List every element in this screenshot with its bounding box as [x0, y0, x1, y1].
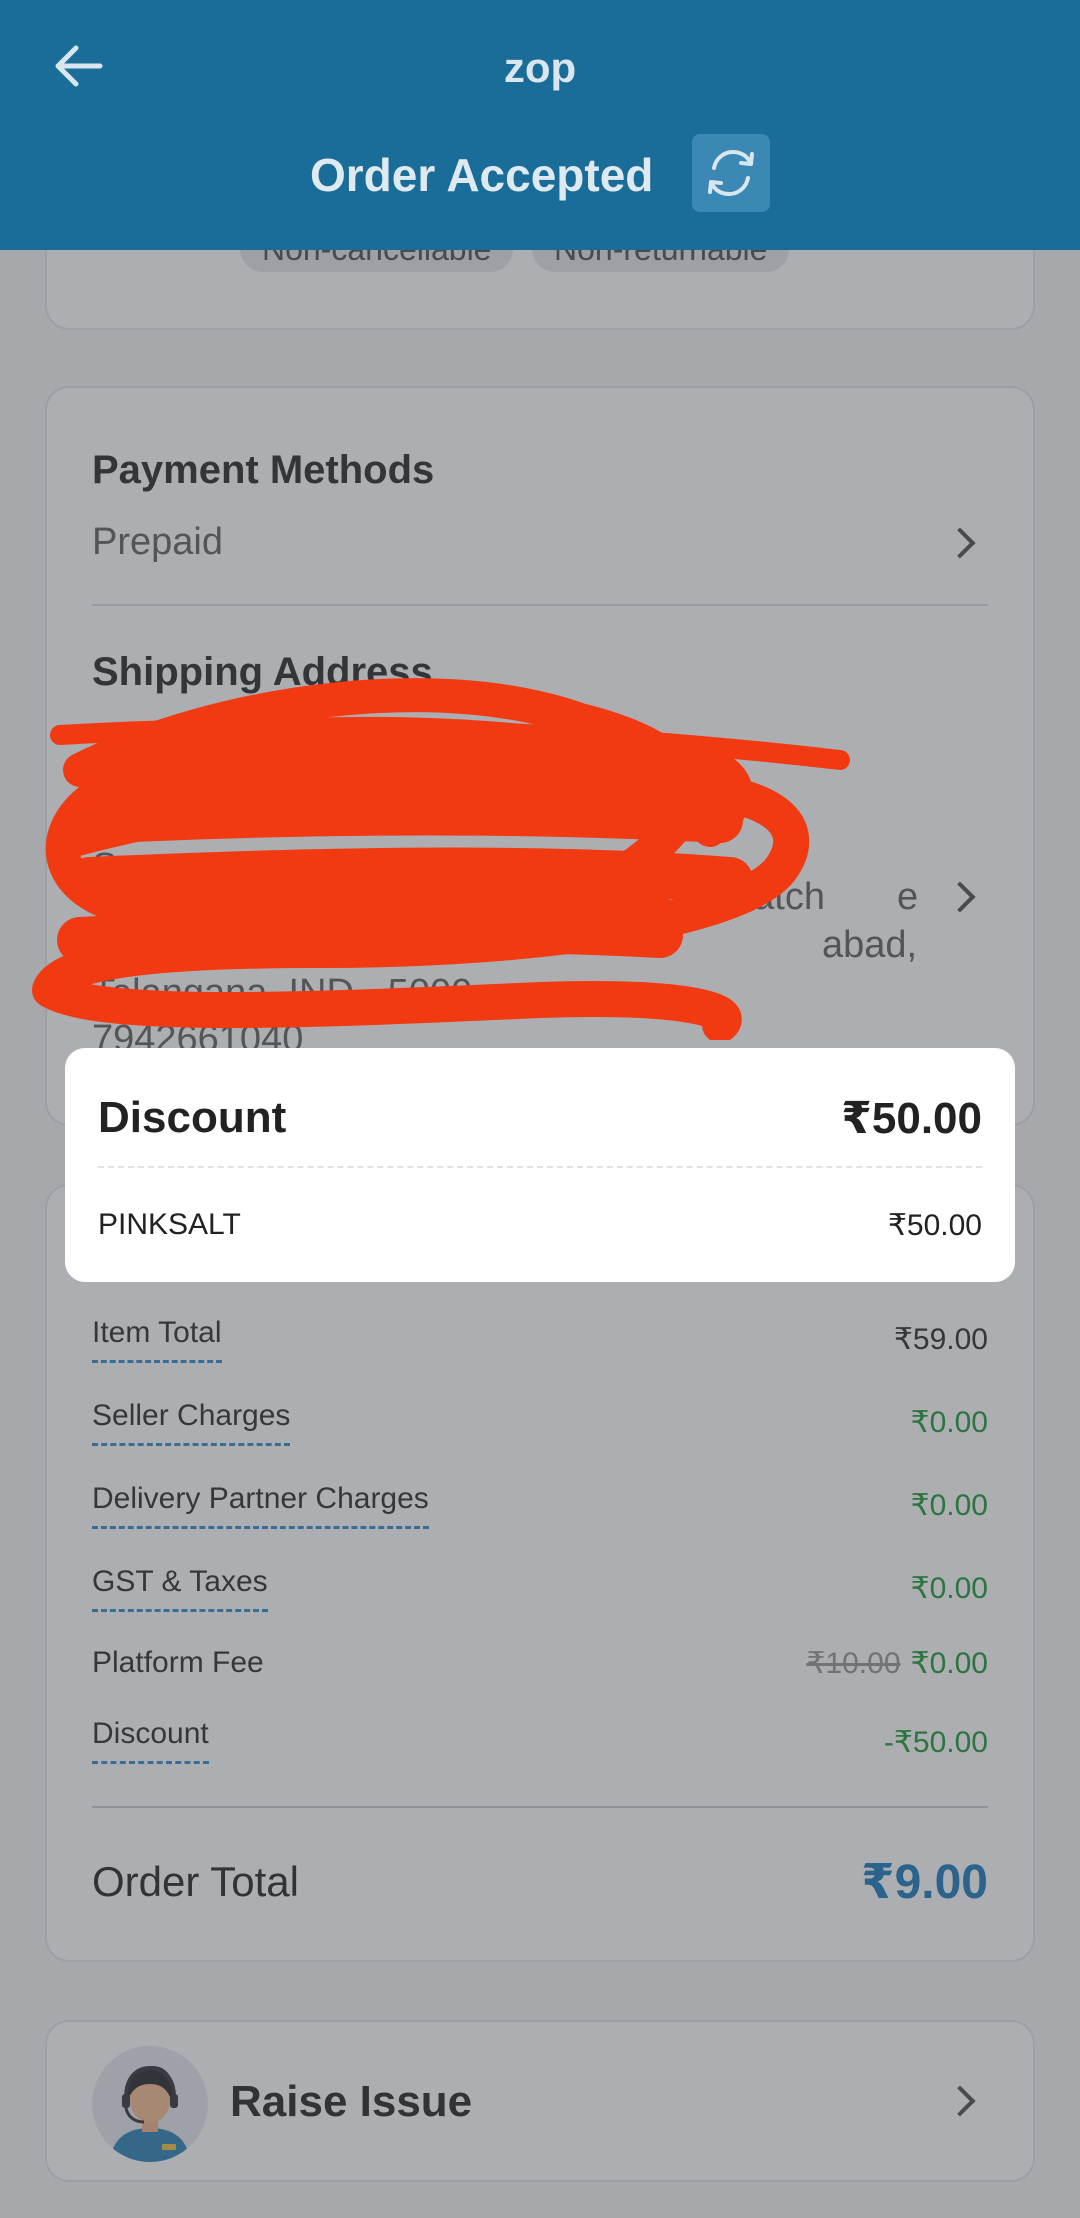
refresh-button[interactable] — [692, 134, 770, 212]
refresh-icon — [708, 149, 754, 197]
discount-popup: Discount ₹50.00 PINKSALT ₹50.00 — [65, 1048, 1015, 1282]
discount-popup-title: Discount — [98, 1093, 287, 1142]
redaction-scribble — [32, 678, 850, 1040]
coupon-amount: ₹50.00 — [887, 1209, 982, 1242]
popup-divider — [98, 1166, 982, 1168]
discount-popup-amount: ₹50.00 — [841, 1094, 982, 1143]
coupon-code: PINKSALT — [98, 1208, 241, 1241]
order-status: Order Accepted — [310, 149, 654, 201]
app-header: zop Order Accepted — [0, 0, 1080, 250]
order-details-page: Non-cancellable Non-returnable Payment M… — [0, 0, 1080, 2218]
app-title: zop — [503, 44, 577, 91]
